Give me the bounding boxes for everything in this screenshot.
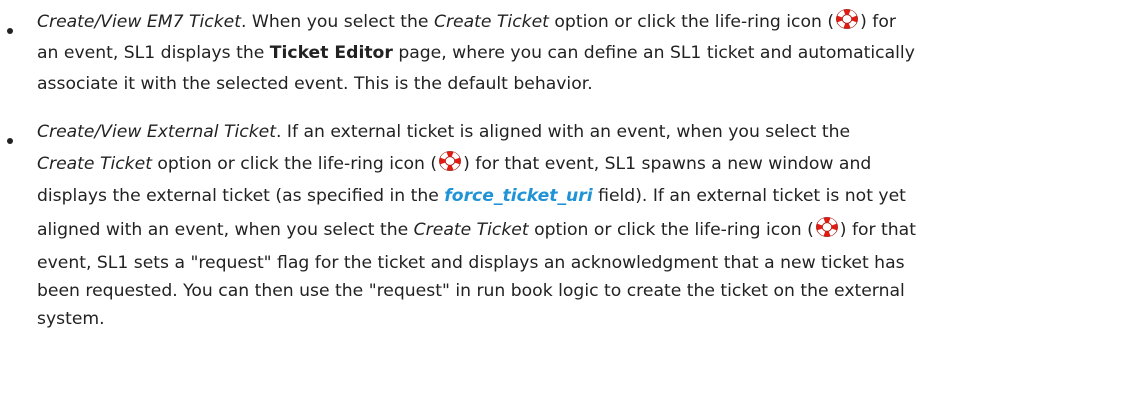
body-text: option or click the life-ring icon ( [528, 220, 814, 240]
body-text: page, where you can define an SL1 ticket… [392, 43, 915, 63]
text-line: Create/View External Ticket. If an exter… [37, 116, 1121, 148]
body-text: ) for [860, 12, 896, 32]
text-line: displays the external ticket (as specifi… [37, 180, 1121, 212]
option-name: Create Ticket [433, 12, 549, 32]
body-text: an event, SL1 displays the [37, 43, 270, 63]
body-text: associate it with the selected event. Th… [37, 74, 593, 94]
body-text: . If an external ticket is aligned with … [275, 122, 851, 142]
body-text: field). If an external ticket is not yet [592, 186, 906, 206]
body-text: displays the external ticket (as specifi… [37, 186, 445, 206]
document-page: Create/View EM7 Ticket. When you select … [0, 0, 1135, 406]
option-name: Create/View EM7 Ticket [37, 12, 241, 32]
text-line: system. [37, 305, 1121, 333]
ticket-behavior-list: Create/View EM7 Ticket. When you select … [0, 0, 1135, 333]
text-line: Create Ticket option or click the life-r… [37, 148, 1121, 180]
body-text: system. [37, 309, 105, 329]
bullet-dot-icon [7, 28, 13, 34]
option-name: Create/View External Ticket [37, 122, 276, 142]
text-line: event, SL1 sets a "request" flag for the… [37, 249, 1121, 277]
body-text: event, SL1 sets a "request" flag for the… [37, 253, 905, 273]
bullet-item: Create/View EM7 Ticket. When you select … [0, 0, 1135, 100]
text-line: associate it with the selected event. Th… [37, 69, 1121, 100]
page-name: Ticket Editor [269, 43, 393, 63]
body-text: . When you select the [240, 12, 434, 32]
body-text: ) for that [839, 220, 916, 240]
text-line: been requested. You can then use the "re… [37, 277, 1121, 305]
force-ticket-uri-link[interactable]: force_ticket_uri [444, 186, 592, 206]
body-text: ) for that event, SL1 spawns a new windo… [463, 154, 872, 174]
text-line: Create/View EM7 Ticket. When you select … [37, 7, 1121, 38]
body-text: option or click the life-ring icon ( [548, 12, 835, 32]
life-ring-icon [438, 150, 462, 172]
bullet-item: Create/View External Ticket. If an exter… [0, 100, 1135, 333]
life-ring-icon [815, 216, 839, 238]
text-line: aligned with an event, when you select t… [37, 212, 1121, 249]
option-name: Create Ticket [413, 220, 529, 240]
text-line: an event, SL1 displays the Ticket Editor… [37, 38, 1121, 69]
bullet-dot-icon [7, 138, 13, 144]
body-text: been requested. You can then use the "re… [37, 281, 905, 301]
body-text: option or click the life-ring icon ( [151, 154, 438, 174]
life-ring-icon [835, 8, 859, 30]
body-text: aligned with an event, when you select t… [37, 220, 414, 240]
option-name: Create Ticket [37, 154, 152, 174]
